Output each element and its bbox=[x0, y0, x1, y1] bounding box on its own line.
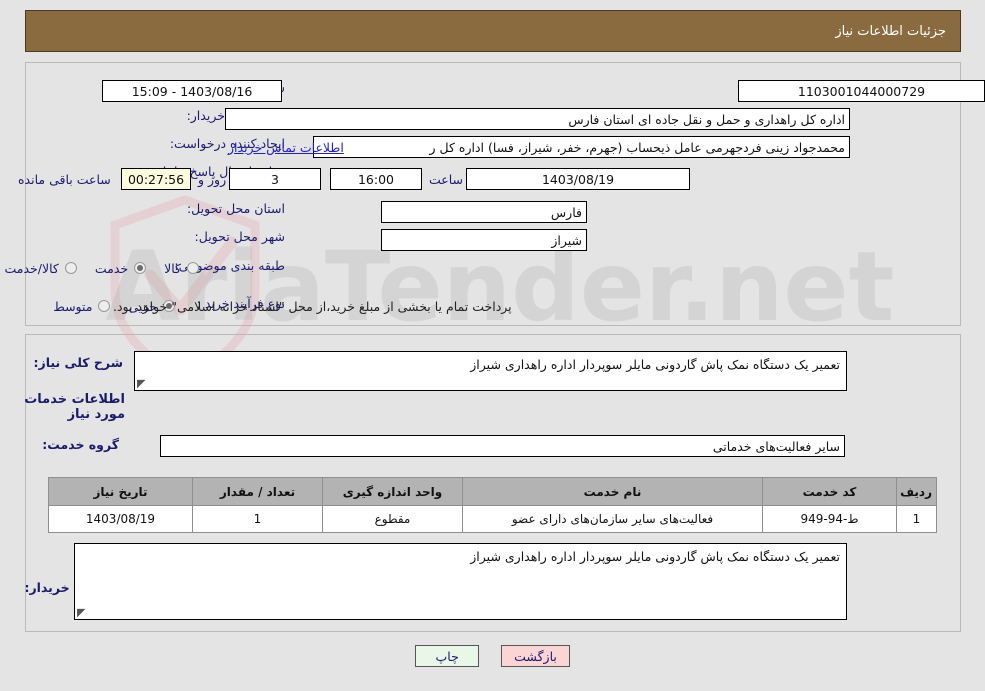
service-group-label: گروه خدمت: bbox=[42, 437, 119, 452]
city-label: شهر محل تحویل: bbox=[194, 229, 285, 244]
public-announce-field-wrap: 1403/08/16 - 15:09 bbox=[102, 80, 282, 102]
countdown-wrap: 00:27:56 bbox=[121, 168, 191, 190]
summary-text: تعمیر یک دستگاه نمک پاش گاردونی مایلر سو… bbox=[470, 357, 840, 372]
payment-note: پرداخت تمام یا بخشی از مبلغ خرید،از محل … bbox=[113, 298, 512, 314]
days-wrap: 3 bbox=[229, 168, 321, 190]
deadline-time-field[interactable]: 16:00 bbox=[330, 168, 422, 190]
deadline-date-field[interactable]: 1403/08/19 bbox=[466, 168, 690, 190]
service-group-field[interactable]: سایر فعالیت‌های خدماتی bbox=[160, 435, 845, 457]
td-radif: 1 bbox=[896, 505, 937, 533]
resize-grip-icon[interactable]: ◥ bbox=[137, 377, 147, 390]
td-name: فعالیت‌های سایر سازمان‌های دارای عضو bbox=[462, 505, 763, 533]
hour-label: ساعت bbox=[429, 171, 464, 187]
action-button-bar: بازگشت چاپ bbox=[0, 645, 985, 667]
category-option-1[interactable]: خدمت bbox=[77, 260, 147, 276]
th-code: کد خدمت bbox=[762, 477, 897, 506]
province-field-wrap: فارس bbox=[381, 201, 587, 223]
category-option-1-label: خدمت bbox=[94, 260, 129, 276]
province-field[interactable]: فارس bbox=[381, 201, 587, 223]
city-field-wrap: شیراز bbox=[381, 229, 587, 251]
service-group-label-wrap: گروه خدمت: bbox=[42, 437, 119, 452]
resize-grip-icon-comments[interactable]: ◥ bbox=[77, 606, 87, 619]
remaining-label: ساعت باقی مانده bbox=[18, 171, 111, 187]
province-label: استان محل تحویل: bbox=[186, 201, 285, 216]
radio-icon-kala-khedmat[interactable] bbox=[64, 262, 77, 274]
td-code: ط-94-949 bbox=[762, 505, 897, 533]
radio-icon-kala[interactable] bbox=[187, 262, 199, 274]
public-announce-field[interactable]: 1403/08/16 - 15:09 bbox=[102, 80, 282, 102]
contact-link-wrap: اطلاعات تماس خریدار bbox=[228, 136, 344, 158]
process-option-1[interactable]: متوسط bbox=[35, 298, 111, 314]
td-unit: مقطوع bbox=[322, 505, 463, 533]
buyer-org-field[interactable]: اداره کل راهداری و حمل و نقل جاده ای است… bbox=[225, 108, 850, 130]
requester-field-wrap: محمدجواد زینی فردجهرمی عامل ذیحساب (جهرم… bbox=[313, 136, 850, 158]
radio-icon-khedmat[interactable] bbox=[134, 262, 147, 274]
days-label: روز و bbox=[198, 171, 227, 187]
category-radio-group: کالا خدمت کالا/خدمت bbox=[0, 258, 199, 278]
buyer-comments-text: تعمیر یک دستگاه نمک پاش گاردونی مایلر سو… bbox=[470, 549, 840, 564]
page-root: AriaTender.net جزئیات اطلاعات نیاز شماره… bbox=[0, 0, 985, 691]
th-name: نام خدمت bbox=[462, 477, 763, 506]
category-option-0[interactable]: کالا bbox=[146, 261, 199, 276]
summary-label-wrap: شرح کلی نیاز: bbox=[34, 355, 123, 370]
category-option-0-label: کالا bbox=[164, 260, 181, 276]
hour-label-wrap: ساعت bbox=[429, 168, 463, 190]
process-option-1-label: متوسط bbox=[53, 298, 93, 314]
deadline-date-wrap: 1403/08/19 bbox=[466, 168, 690, 190]
th-need-date: تاریخ نیاز bbox=[48, 477, 193, 506]
services-table: ردیف کد خدمت نام خدمت واحد اندازه گیری ت… bbox=[48, 477, 937, 533]
buyer-org-field-wrap: اداره کل راهداری و حمل و نقل جاده ای است… bbox=[225, 108, 850, 130]
page-header: جزئیات اطلاعات نیاز bbox=[25, 10, 961, 52]
need-number-field-wrap: 1103001044000729 bbox=[603, 80, 985, 102]
days-label-wrap: روز و bbox=[198, 168, 226, 190]
category-option-2[interactable]: کالا/خدمت bbox=[0, 261, 77, 276]
table-row: 1 ط-94-949 فعالیت‌های سایر سازمان‌های دا… bbox=[48, 505, 937, 533]
back-button[interactable]: بازگشت bbox=[501, 645, 570, 667]
th-radif: ردیف bbox=[896, 477, 937, 506]
requester-field[interactable]: محمدجواد زینی فردجهرمی عامل ذیحساب (جهرم… bbox=[313, 136, 850, 158]
summary-textarea[interactable]: تعمیر یک دستگاه نمک پاش گاردونی مایلر سو… bbox=[134, 351, 847, 391]
deadline-time-wrap: 16:00 bbox=[330, 168, 422, 190]
city-label-wrap: شهر محل تحویل: bbox=[195, 229, 285, 246]
table-header-row: ردیف کد خدمت نام خدمت واحد اندازه گیری ت… bbox=[48, 477, 937, 506]
th-quantity: تعداد / مقدار bbox=[192, 477, 323, 506]
print-button[interactable]: چاپ bbox=[415, 645, 480, 667]
category-option-2-label: کالا/خدمت bbox=[4, 260, 59, 276]
summary-label: شرح کلی نیاز: bbox=[33, 355, 123, 370]
th-unit: واحد اندازه گیری bbox=[322, 477, 463, 506]
city-field[interactable]: شیراز bbox=[381, 229, 587, 251]
td-quantity: 1 bbox=[192, 505, 323, 533]
services-section-title: اطلاعات خدمات مورد نیاز bbox=[24, 392, 125, 422]
province-label-wrap: استان محل تحویل: bbox=[187, 201, 285, 218]
remaining-label-wrap: ساعت باقی مانده bbox=[18, 168, 111, 190]
buyer-comments-textarea[interactable]: تعمیر یک دستگاه نمک پاش گاردونی مایلر سو… bbox=[74, 543, 847, 620]
payment-note-wrap: پرداخت تمام یا بخشی از مبلغ خرید،از محل … bbox=[113, 296, 512, 316]
td-need-date: 1403/08/19 bbox=[48, 505, 193, 533]
page-title: جزئیات اطلاعات نیاز bbox=[835, 23, 946, 39]
radio-icon-motavasset[interactable] bbox=[98, 300, 111, 312]
need-number-field[interactable]: 1103001044000729 bbox=[738, 80, 985, 102]
countdown-timer: 00:27:56 bbox=[121, 168, 191, 190]
service-group-field-wrap: سایر فعالیت‌های خدماتی bbox=[160, 435, 845, 457]
days-field[interactable]: 3 bbox=[229, 168, 321, 190]
buyer-contact-link[interactable]: اطلاعات تماس خریدار bbox=[228, 140, 344, 155]
